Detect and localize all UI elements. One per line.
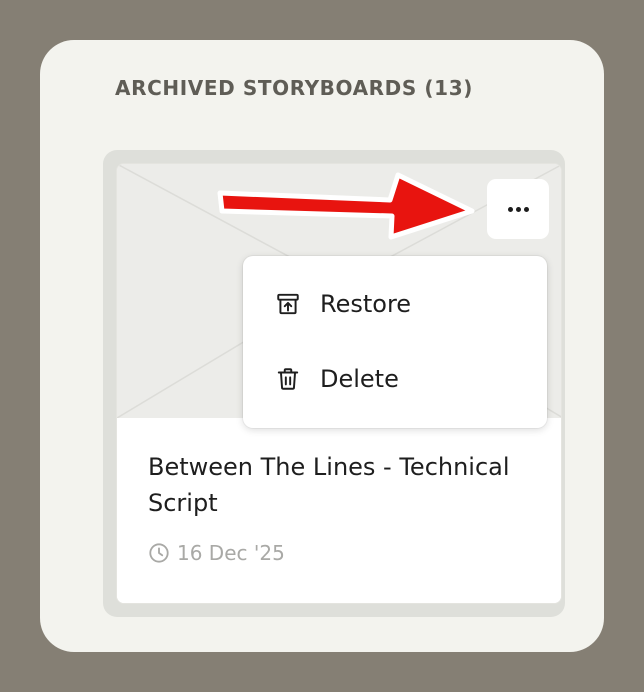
restore-label: Restore: [320, 290, 412, 318]
restore-menu-item[interactable]: Restore: [243, 274, 547, 334]
more-horizontal-icon: [507, 206, 513, 212]
archive-restore-icon: [277, 293, 299, 315]
more-horizontal-icon-dot: [523, 206, 529, 212]
more-horizontal-icon-dot: [515, 206, 521, 212]
trash-icon: [277, 368, 299, 390]
card-actions-menu: Restore Delete: [243, 256, 547, 428]
card-body: Between The Lines - Technical Script 16 …: [117, 418, 561, 603]
date-text: 16 Dec '25: [177, 541, 285, 565]
storyboard-date: 16 Dec '25: [148, 541, 285, 565]
more-options-button[interactable]: [487, 179, 549, 239]
storyboard-title[interactable]: Between The Lines - Technical Script: [148, 449, 538, 521]
red-arrow-annotation: [217, 172, 475, 240]
section-title: ARCHIVED STORYBOARDS (13): [115, 76, 473, 100]
delete-label: Delete: [320, 365, 399, 393]
delete-menu-item[interactable]: Delete: [243, 349, 547, 409]
clock-icon: [149, 543, 169, 563]
